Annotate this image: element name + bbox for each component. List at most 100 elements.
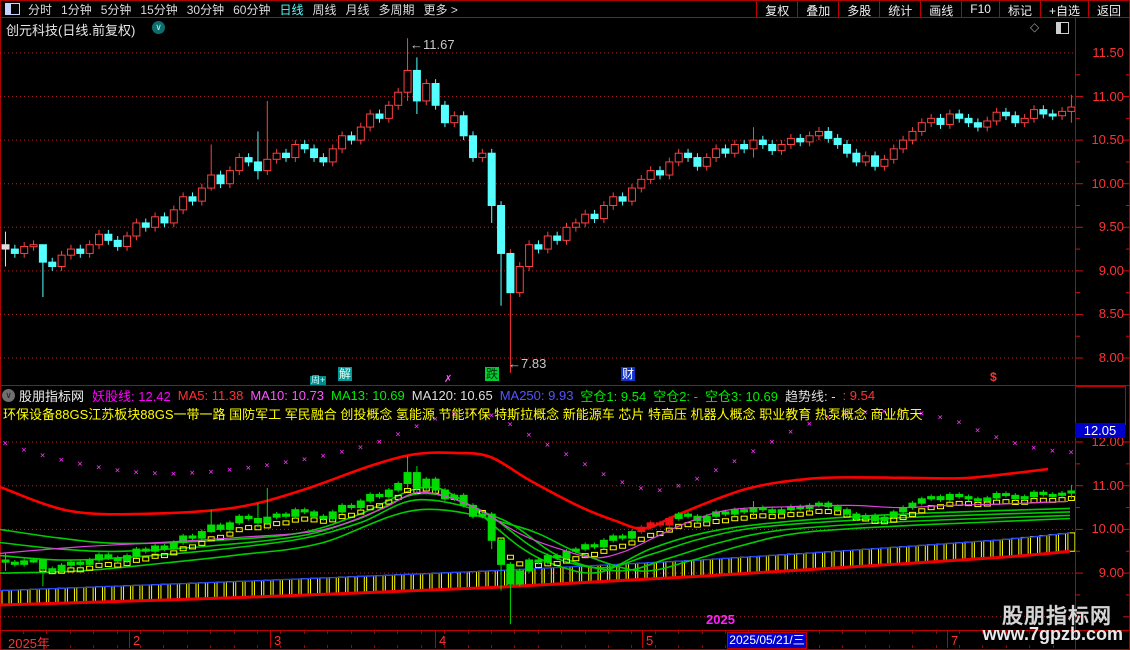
toolbar-button-标记[interactable]: 标记 — [998, 1, 1040, 18]
price-axis-label: 10.50 — [1091, 132, 1124, 148]
chevron-down-icon[interactable]: ∨ — [2, 389, 15, 402]
minor-tick — [701, 631, 703, 634]
svg-text:×: × — [1012, 439, 1017, 449]
toolbar-button-多股[interactable]: 多股 — [838, 1, 879, 18]
svg-text:×: × — [3, 439, 8, 449]
svg-text:×: × — [283, 458, 288, 468]
news-badge-cai[interactable]: 财 — [621, 367, 636, 381]
toolbar-button-画线[interactable]: 画线 — [920, 1, 961, 18]
minor-tick — [912, 645, 914, 648]
indicator-value: MA5: 11.38 — [177, 388, 244, 403]
minor-tick — [537, 645, 539, 648]
news-badge-jie[interactable]: 解 — [338, 367, 353, 381]
svg-text:×: × — [227, 466, 232, 476]
period-tab-1分钟[interactable]: 1分钟 — [61, 1, 92, 18]
minor-tick — [23, 631, 24, 634]
month-label: 5 — [646, 633, 654, 648]
minor-tick — [257, 631, 258, 634]
minor-tick — [163, 631, 165, 634]
minor-tick — [116, 645, 118, 648]
period-tab-月线[interactable]: 月线 — [346, 1, 370, 18]
minor-tick — [93, 645, 95, 648]
svg-text:×: × — [115, 466, 120, 476]
minor-tick — [69, 645, 71, 648]
price-axis-label: 11.00 — [1092, 477, 1124, 493]
minor-tick — [701, 645, 703, 648]
month-tick — [270, 631, 271, 648]
svg-text:×: × — [751, 447, 756, 457]
minor-tick — [210, 631, 212, 634]
minor-tick — [631, 645, 633, 648]
dollar-marker: $ — [990, 370, 997, 384]
indicator-value: MA120: 10.65 — [411, 388, 493, 403]
svg-text:×: × — [40, 451, 45, 461]
indicator-params-row: ∨ 股朋指标网 妖股线: 12.42 MA5: 11.38 MA10: 10.73 M… — [2, 387, 1072, 404]
minor-tick — [818, 631, 820, 634]
period-tab-30分钟[interactable]: 30分钟 — [187, 1, 224, 18]
toolbar-button-叠加[interactable]: 叠加 — [797, 1, 838, 18]
stock-title[interactable]: 创元科技(日线.前复权) — [6, 20, 135, 39]
period-tab-日线[interactable]: 日线 — [279, 1, 303, 18]
minor-tick — [959, 631, 960, 634]
toolbar-button-F10[interactable]: F10 — [961, 1, 999, 17]
indicator-value: MA10: 10.73 — [250, 388, 325, 403]
svg-text:×: × — [190, 469, 195, 479]
svg-text:×: × — [676, 481, 681, 491]
chevron-down-icon[interactable]: ∨ — [152, 21, 165, 34]
svg-text:×: × — [377, 437, 382, 447]
period-tab-分时[interactable]: 分时 — [28, 1, 52, 18]
indicator-value: : 9.54 — [842, 388, 876, 403]
period-tab-5分钟[interactable]: 5分钟 — [101, 1, 132, 18]
price-axis-label: 8.00 — [1098, 350, 1124, 365]
svg-text:×: × — [59, 456, 64, 466]
minor-tick — [608, 631, 609, 634]
price-axis-label: 9.00 — [1098, 262, 1124, 278]
timeline-year-label: 2025年 — [8, 636, 50, 650]
timeline[interactable]: 2025年 2025/05/21/三 23457 — [0, 631, 1130, 650]
minor-tick — [514, 645, 516, 648]
period-tab-更多 >[interactable]: 更多 > — [424, 1, 458, 18]
diamond-icon[interactable]: ◇ — [1030, 20, 1039, 34]
minor-tick — [444, 645, 446, 648]
svg-text:×: × — [975, 426, 980, 436]
minor-tick — [678, 631, 680, 634]
toolbar-button-复权[interactable]: 复权 — [756, 1, 797, 18]
period-tab-60分钟[interactable]: 60分钟 — [233, 1, 270, 18]
axis-marker-box — [1075, 386, 1126, 425]
toolbar-button-统计[interactable]: 统计 — [879, 1, 920, 18]
minor-tick — [608, 645, 609, 648]
period-tabs: 分时 1分钟 5分钟 15分钟 30分钟 60分钟 日线 周线 月线 多周期 更多 > — [1, 1, 467, 18]
minor-tick — [725, 645, 726, 648]
peak-price-annotation: ←11.67 — [410, 37, 455, 52]
split-pane-icon[interactable] — [1056, 22, 1069, 34]
minor-tick — [140, 645, 141, 648]
svg-text:×: × — [395, 430, 400, 440]
window-icon[interactable] — [5, 3, 20, 15]
toolbar-button-+自选[interactable]: +自选 — [1039, 1, 1088, 18]
minor-tick — [584, 631, 586, 634]
indicator-value: 空仓3: 10.69 — [704, 389, 778, 404]
minor-tick — [888, 631, 890, 634]
minor-tick — [303, 645, 305, 648]
svg-text:×: × — [1050, 446, 1055, 456]
indicator-site-label: 股朋指标网 — [19, 389, 85, 404]
minor-tick — [678, 645, 680, 648]
chart-canvas: × × × × × × × × × × × × × × × × × × × × × × × × × × × × × × × × × × × × × × × ×… — [0, 38, 1129, 625]
sector-tags[interactable]: 环保设备88GS江苏板块88GS一带一路 国防军工 军民融合 创投概念 氢能源 … — [3, 406, 1073, 423]
axis-separator — [1075, 17, 1076, 649]
period-tab-多周期[interactable]: 多周期 — [379, 1, 415, 18]
minor-tick — [280, 645, 282, 648]
minor-tick — [631, 631, 633, 634]
period-tab-15分钟[interactable]: 15分钟 — [140, 1, 177, 18]
indicator-value: MA250: 9.93 — [499, 388, 574, 403]
minor-tick — [444, 631, 446, 634]
news-badge-die[interactable]: 跌 — [485, 367, 500, 381]
svg-text:×: × — [582, 460, 587, 470]
minor-tick — [233, 631, 235, 634]
minor-tick — [654, 645, 656, 648]
svg-text:×: × — [732, 457, 737, 467]
minor-tick — [842, 631, 843, 634]
year-marker: 2025 — [706, 612, 735, 627]
period-tab-周线[interactable]: 周线 — [312, 1, 336, 18]
toolbar-button-返回[interactable]: 返回 — [1087, 1, 1129, 18]
